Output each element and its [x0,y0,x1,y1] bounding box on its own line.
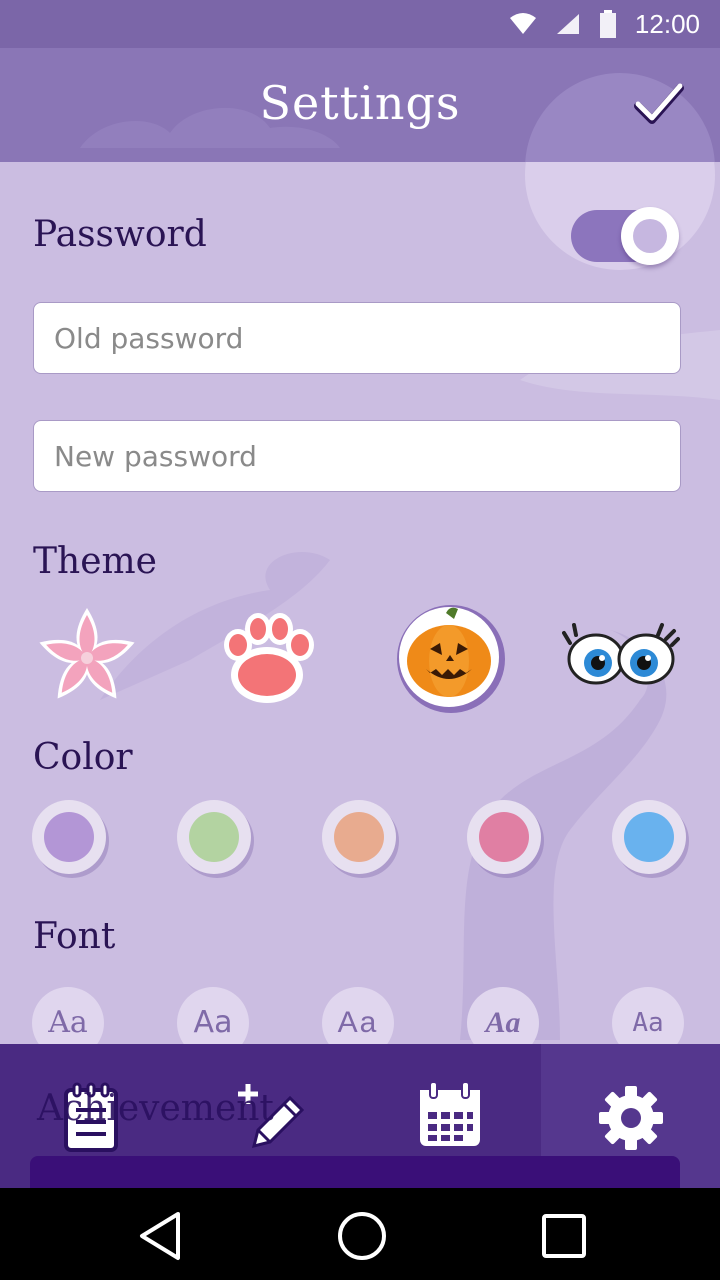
wifi-icon [509,12,537,36]
color-swatch-fill [334,812,384,862]
battery-icon [599,10,617,38]
recents-icon [542,1214,586,1258]
recents-button[interactable] [536,1208,592,1264]
color-swatch[interactable] [467,800,541,874]
achievement-card [30,1156,680,1188]
old-password-input[interactable] [33,302,681,374]
color-swatch-fill [189,812,239,862]
calendar-icon [420,1081,480,1146]
new-password-input[interactable] [33,420,681,492]
color-swatch-fill [624,812,674,862]
nav-settings-button[interactable] [594,1080,668,1154]
back-icon [140,1212,180,1260]
color-swatch[interactable] [612,800,686,874]
color-swatch[interactable] [322,800,396,874]
system-navigation-bar [0,1188,720,1280]
color-label: Color [33,737,133,778]
toggle-knob [621,207,679,265]
paw-icon [224,613,314,703]
theme-paw[interactable] [212,603,322,713]
password-toggle[interactable] [571,207,681,265]
back-button[interactable] [132,1208,188,1264]
color-swatch-fill [479,812,529,862]
achievement-label: Achievement [37,1088,274,1129]
flower-icon [39,608,135,699]
color-swatch[interactable] [32,800,106,874]
font-label: Font [33,916,116,957]
checkmark-icon [634,83,684,124]
eyes-icon [562,623,680,685]
theme-eyes[interactable] [562,603,680,713]
home-button[interactable] [334,1208,390,1264]
theme-flower[interactable] [32,603,142,713]
page-title: Settings [259,76,461,130]
status-time: 12:00 [634,8,700,39]
theme-pumpkin[interactable] [394,603,505,713]
color-swatch-fill [44,812,94,862]
theme-label: Theme [33,541,157,582]
confirm-button[interactable] [634,80,684,130]
signal-icon [555,12,581,36]
app-bar: Settings [0,48,720,162]
password-label: Password [33,214,207,255]
status-bar: 12:00 [0,0,720,48]
color-swatch[interactable] [177,800,251,874]
pumpkin-icon [397,605,505,713]
settings-icon [599,1086,663,1150]
nav-calendar-button[interactable] [414,1080,488,1154]
home-icon [338,1212,386,1260]
bottom-navigation: Achievement [0,1044,720,1188]
